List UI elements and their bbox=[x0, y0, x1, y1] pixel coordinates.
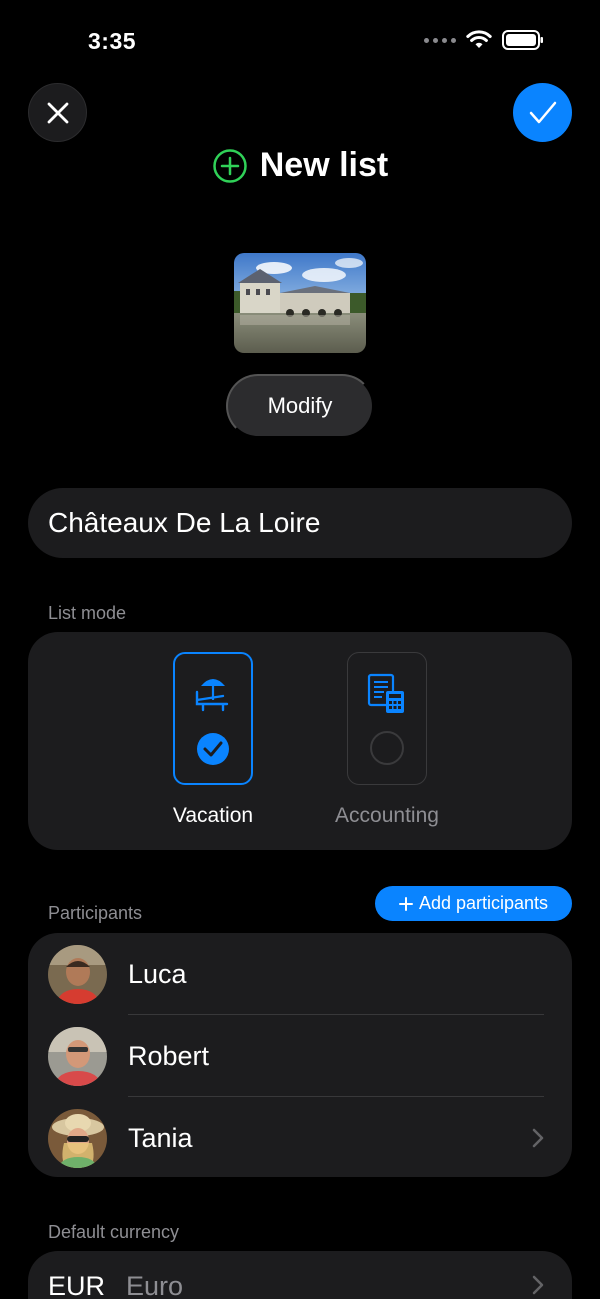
avatar bbox=[48, 944, 107, 1004]
close-icon bbox=[47, 102, 68, 123]
status-time: 3:35 bbox=[88, 28, 137, 54]
plus-icon bbox=[398, 896, 413, 911]
checkmark-icon bbox=[529, 101, 556, 123]
plus-circle-icon bbox=[213, 148, 247, 183]
beach-umbrella-icon bbox=[195, 679, 229, 712]
status-icons bbox=[424, 30, 544, 50]
page-title: New list bbox=[259, 146, 389, 184]
add-participants-label: Add participants bbox=[418, 893, 549, 913]
checkmark-circle-icon bbox=[197, 733, 229, 765]
list-mode-label: List mode bbox=[48, 603, 127, 623]
castle-photo bbox=[234, 253, 366, 353]
participants-label: Participants bbox=[48, 903, 143, 923]
mode-label-vacation: Vacation bbox=[172, 804, 254, 827]
confirm-button[interactable] bbox=[513, 83, 572, 142]
list-mode-card: Vacation Accounting bbox=[28, 632, 572, 850]
mode-option-accounting[interactable] bbox=[347, 652, 427, 785]
participant-row[interactable]: Luca bbox=[28, 933, 572, 1015]
battery-icon bbox=[502, 30, 543, 50]
participant-row[interactable]: Robert bbox=[28, 1015, 572, 1097]
empty-circle-icon bbox=[370, 731, 404, 765]
wifi-icon bbox=[466, 30, 492, 48]
signal-dots-icon bbox=[424, 37, 456, 43]
participant-name: Luca bbox=[128, 958, 187, 989]
participant-row[interactable]: Tania bbox=[28, 1097, 572, 1177]
add-participants-button[interactable]: Add participants bbox=[375, 886, 572, 921]
currency-label: Default currency bbox=[48, 1222, 180, 1242]
chevron-right-icon bbox=[532, 1128, 544, 1148]
modify-photo-button[interactable]: Modify bbox=[226, 374, 374, 438]
participant-name: Robert bbox=[128, 1040, 210, 1071]
currency-code: EUR bbox=[48, 1271, 106, 1299]
participants-list: Luca Robert Tania bbox=[28, 933, 572, 1177]
mode-option-vacation[interactable] bbox=[173, 652, 253, 785]
list-name-field[interactable]: Châteaux De La Loire bbox=[28, 488, 572, 558]
avatar bbox=[48, 1026, 107, 1086]
mode-label-accounting: Accounting bbox=[335, 804, 439, 827]
calculator-document-icon bbox=[367, 673, 404, 713]
currency-selector[interactable]: EUR Euro bbox=[28, 1251, 572, 1299]
close-button[interactable] bbox=[28, 83, 87, 142]
currency-name: Euro bbox=[126, 1271, 184, 1299]
chevron-right-icon bbox=[532, 1275, 544, 1295]
list-photo[interactable] bbox=[234, 253, 366, 353]
avatar bbox=[48, 1108, 107, 1168]
title-row: New list bbox=[0, 146, 600, 185]
participant-name: Tania bbox=[128, 1122, 193, 1153]
